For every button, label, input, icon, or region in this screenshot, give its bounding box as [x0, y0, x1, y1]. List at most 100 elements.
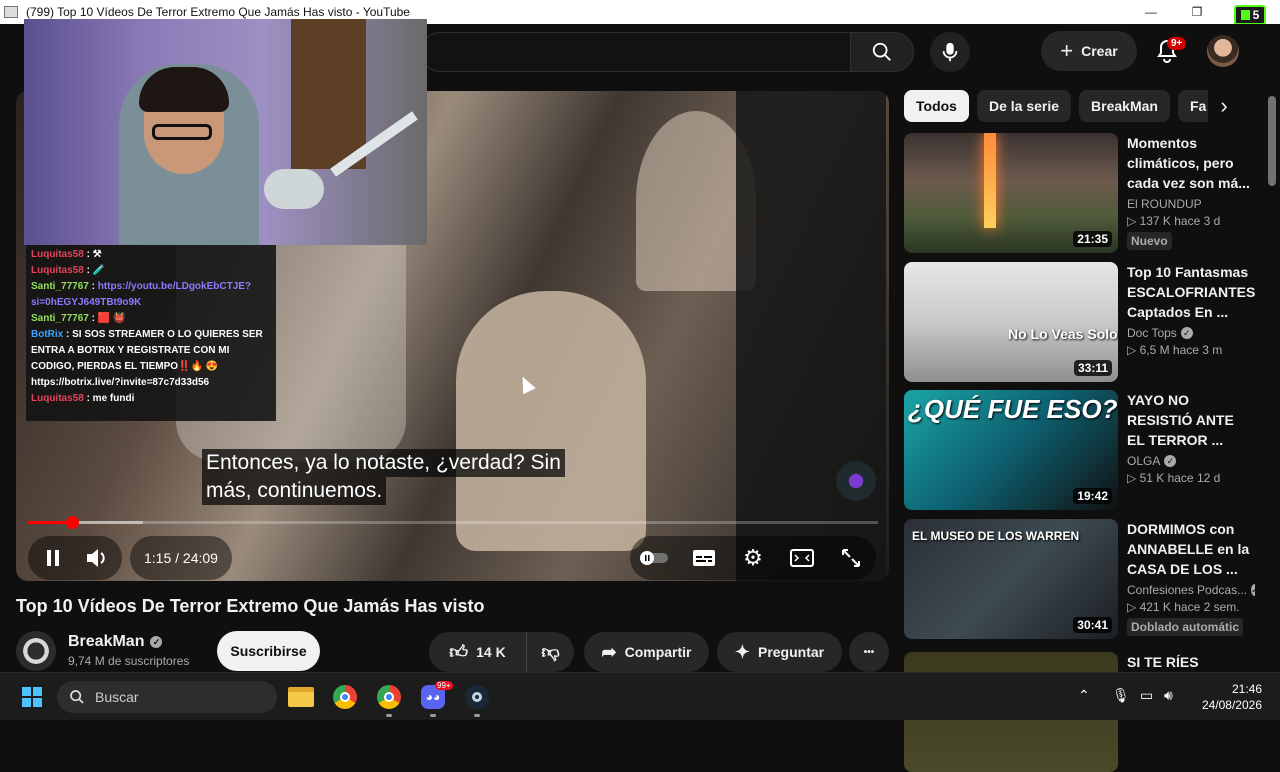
create-button[interactable]: + Crear [1041, 31, 1137, 71]
system-clock[interactable]: 21:46 24/08/2026 [1190, 681, 1262, 713]
video-thumbnail[interactable]: No Lo Veas Solo 33:11 [904, 262, 1118, 382]
chat-text: : me fundi [83, 393, 135, 404]
gear-icon: ⚙ [743, 545, 763, 570]
recommendation-meta: ▷ 6,5 M hace 3 m [1127, 343, 1223, 357]
chevron-up-icon[interactable]: ⌃ [1078, 687, 1090, 704]
recommendation-item[interactable]: ¿QUÉ FUE ESO? 19:42 YAYO NO RESISTIÓ ANTE … [904, 390, 1264, 510]
chat-text: : ⚒ [83, 249, 102, 260]
search-button[interactable] [850, 32, 914, 72]
recommendation-badge: Doblado automátic [1127, 618, 1244, 636]
recommendation-item[interactable]: No Lo Veas Solo 33:11 Top 10 Fantasmas ESC… [904, 262, 1264, 382]
recommendation-channel[interactable]: Doc Tops ✓ [1127, 326, 1255, 340]
progress-bar[interactable] [28, 516, 878, 529]
network-icon[interactable]: ▭ [1140, 687, 1153, 704]
chat-text: : [88, 281, 98, 292]
volume-icon [87, 549, 105, 567]
theater-icon [790, 549, 815, 567]
caption-line-2: más, continuemos. [202, 477, 387, 505]
scrollbar-thumb[interactable] [1268, 96, 1276, 186]
search-input[interactable] [420, 32, 850, 72]
like-button[interactable]: 👍︎ 14 K [429, 632, 527, 672]
kick-badge: 5 [1252, 8, 1260, 22]
volume-button[interactable] [78, 538, 116, 578]
account-avatar[interactable] [1207, 35, 1239, 67]
channel-label: El ROUNDUP [1127, 197, 1202, 211]
scrubber-handle[interactable] [66, 516, 80, 529]
share-icon: ➦ [601, 641, 617, 662]
recommendation-channel[interactable]: El ROUNDUP [1127, 197, 1255, 211]
recommendation-title[interactable]: DORMIMOS con ANNABELLE en la CASA DE LOS… [1127, 519, 1255, 579]
chat-username: Luquitas58 [31, 265, 84, 276]
fullscreen-button[interactable] [831, 538, 871, 578]
channel-watermark[interactable] [836, 461, 876, 501]
player-left-controls [28, 536, 122, 580]
speaker-icon[interactable]: 🔊︎ [1164, 687, 1173, 704]
chips-next-button[interactable]: › [1208, 90, 1240, 122]
recommendation-item[interactable]: 21:35 Momentos climáticos, pero cada vez … [904, 133, 1264, 253]
recommendation-badge: Nuevo [1127, 232, 1172, 250]
settings-button[interactable]: ⚙ [733, 538, 773, 578]
taskbar-search[interactable]: Buscar [57, 681, 277, 713]
video-thumbnail[interactable]: 21:35 [904, 133, 1118, 253]
verified-icon: ✓ [1164, 455, 1177, 467]
windows-taskbar: Buscar ◕◕ 99+ ⌃ 🎙︎ ▭ 🔊︎ 21:46 24/08/2026 [0, 672, 1280, 720]
window-title: (799) Top 10 Vídeos De Terror Extremo Qu… [26, 5, 410, 19]
recommendation-title[interactable]: SI TE RÍES [1127, 652, 1255, 672]
recommendation-item[interactable]: EL MUSEO DE LOS WARREN 30:41 DORMIMOS con … [904, 519, 1264, 639]
subtitles-button[interactable] [684, 538, 724, 578]
more-actions-button[interactable]: ••• [849, 632, 889, 672]
plus-icon: + [1060, 38, 1074, 63]
mic-icon [942, 42, 958, 62]
notifications-badge: 9+ [1167, 37, 1187, 50]
chip-0[interactable]: Todos [904, 90, 969, 122]
ask-button[interactable]: ✦ Preguntar [717, 632, 842, 672]
channel-name[interactable]: BreakMan [68, 633, 144, 651]
minimize-button[interactable]: — [1128, 5, 1174, 19]
search-icon [872, 42, 891, 61]
steam-icon[interactable] [461, 681, 493, 717]
recommendation-channel[interactable]: OLGA ✓ [1127, 454, 1255, 468]
recommendation-title[interactable]: Momentos climáticos, pero cada vez son m… [1127, 133, 1255, 193]
share-button[interactable]: ➦ Compartir [584, 632, 709, 672]
windows-start-icon[interactable] [22, 687, 42, 707]
recommendation-meta: ▷ 137 K hace 3 d [1127, 214, 1221, 228]
subscribe-button[interactable]: Suscribirse [217, 631, 320, 671]
file-explorer-icon[interactable] [285, 681, 317, 713]
recommendation-channel[interactable]: Confesiones Podcas... ✓ [1127, 583, 1255, 597]
verified-icon: ✓ [150, 636, 163, 648]
channel-name-row[interactable]: BreakMan ✓ [68, 633, 163, 651]
stream-chat-overlay: Luquitas58 : ⚒ Luquitas58 : 🧪 Santi_77767 … [26, 245, 276, 421]
chip-2[interactable]: BreakMan [1079, 90, 1170, 122]
chat-username: BotRix [31, 329, 64, 340]
chip-1[interactable]: De la serie [976, 90, 1072, 122]
video-thumbnail[interactable]: ¿QUÉ FUE ESO? 19:42 [904, 390, 1118, 510]
voice-search-button[interactable] [930, 32, 970, 72]
theater-mode-button[interactable] [782, 538, 822, 578]
channel-label: Confesiones Podcas... [1127, 583, 1248, 597]
recommendation-title[interactable]: Top 10 Fantasmas ESCALOFRIANTES Captados… [1127, 262, 1255, 322]
like-dislike-group: 👍︎ 14 K 👎︎ [429, 632, 574, 672]
thumbnail-text: ¿QUÉ FUE ESO? [908, 394, 1118, 424]
channel-avatar[interactable] [16, 631, 56, 671]
chat-username: Santi_77767 [31, 313, 89, 324]
microphone-tray-icon[interactable]: 🎙︎ [1112, 687, 1130, 704]
channel-label: Doc Tops [1127, 326, 1177, 340]
dislike-button[interactable]: 👎︎ [527, 641, 574, 663]
thumbnail-text: No Lo Veas Solo [1008, 326, 1118, 342]
video-thumbnail[interactable]: EL MUSEO DE LOS WARREN 30:41 [904, 519, 1118, 639]
autoplay-toggle[interactable] [635, 538, 675, 578]
recommendation-meta: ▷ 421 K hace 2 sem. [1127, 600, 1240, 614]
pause-button[interactable] [34, 538, 72, 578]
recommendation-meta: ▷ 51 K hace 12 d [1127, 471, 1221, 485]
discord-icon[interactable]: ◕◕ 99+ [417, 681, 453, 717]
chrome-icon[interactable] [329, 681, 361, 713]
maximize-button[interactable]: ❐ [1174, 5, 1220, 19]
video-info: DORMIMOS con ANNABELLE en la CASA DE LOS… [1127, 519, 1255, 636]
sparkle-icon: ✦ [734, 641, 750, 662]
kick-extension-icon[interactable]: 5 [1234, 5, 1266, 25]
chrome-profile-icon[interactable] [373, 681, 405, 717]
subscriber-count: 9,74 M de suscriptores [68, 654, 190, 668]
clock-time: 21:46 [1231, 682, 1262, 696]
video-title: Top 10 Vídeos De Terror Extremo Que Jamá… [16, 596, 485, 616]
recommendation-title[interactable]: YAYO NO RESISTIÓ ANTE EL TERROR ... [1127, 390, 1255, 450]
